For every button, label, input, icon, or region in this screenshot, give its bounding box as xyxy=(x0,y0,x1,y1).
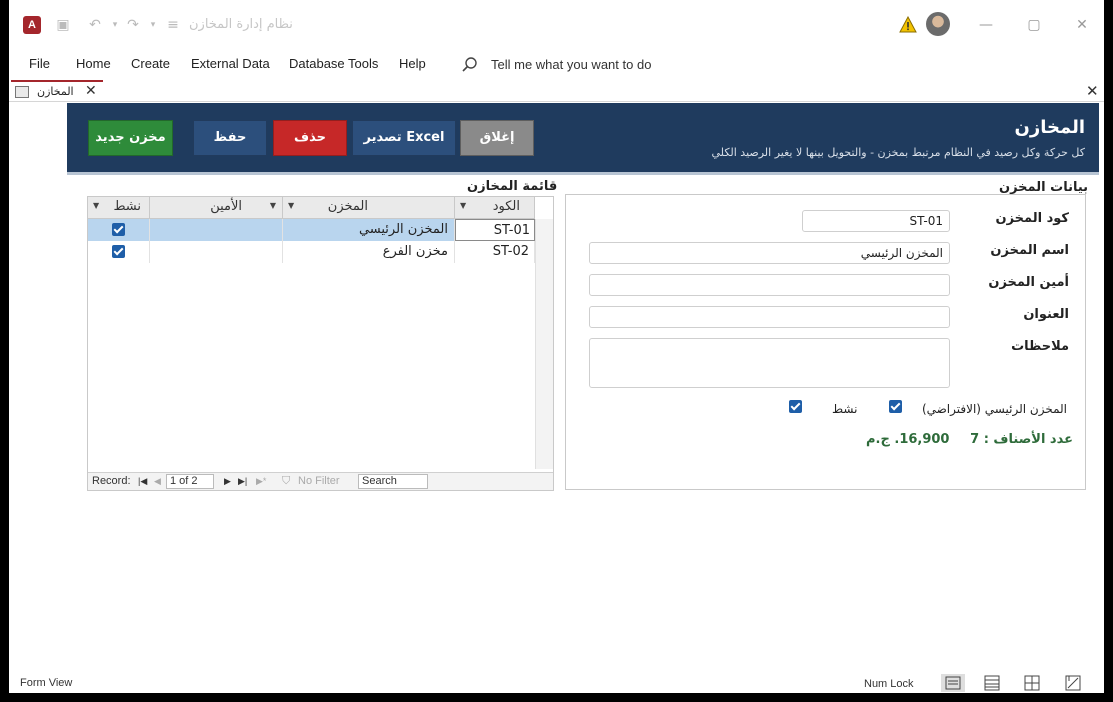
store-detail-panel: كود المخزن ST-01 اسم المخزن المخزن الرئي… xyxy=(565,194,1086,490)
active-label: نشط xyxy=(832,402,858,416)
redo-icon[interactable]: ↷ xyxy=(123,16,143,34)
sort-arrow-icon[interactable]: ▼ xyxy=(288,201,294,210)
delete-button[interactable]: حذف xyxy=(273,120,347,156)
save-button[interactable]: حفظ xyxy=(193,120,267,156)
view-mode-label: Form View xyxy=(20,677,73,689)
column-header-code[interactable]: الكود ▼ xyxy=(455,197,535,219)
first-record-icon[interactable]: |◀ xyxy=(138,476,147,487)
warning-icon[interactable] xyxy=(899,16,917,34)
is-main-label: المخزن الرئيسي (الافتراضي) xyxy=(921,402,1067,416)
items-count: عدد الأصناف : 7 xyxy=(970,432,1073,447)
store-cell[interactable]: مخزن الفرع xyxy=(283,241,455,263)
tab-close-icon[interactable]: ✕ xyxy=(85,83,97,99)
stores-datasheet: نشط ▼ الأمين ▼ المخزن ▼ الكود ▼ المخزن الرئي… xyxy=(87,196,554,491)
maximize-icon[interactable]: ▢ xyxy=(1019,14,1049,36)
code-cell[interactable]: ST-01 xyxy=(455,219,535,241)
undo-dropdown-icon[interactable]: ▾ xyxy=(105,16,125,34)
vertical-scrollbar[interactable] xyxy=(535,219,553,469)
notes-label: ملاحظات xyxy=(1011,339,1069,354)
search-input[interactable]: Search xyxy=(358,474,428,489)
customize-qat-icon[interactable]: ≡ xyxy=(163,16,183,34)
active-checkbox[interactable] xyxy=(789,400,802,413)
datasheet-view-icon[interactable] xyxy=(982,674,1002,692)
sort-arrow-icon[interactable]: ▼ xyxy=(460,201,466,210)
form-icon xyxy=(15,86,29,98)
keeper-label: أمين المخزن xyxy=(988,275,1069,290)
stock-value: 16,900. ج.م xyxy=(866,432,950,447)
record-navigation-bar: Record: |◀ ◀ 1 of 2 ▶ ▶| ▶* ⛉ No Filter … xyxy=(88,472,553,490)
address-label: العنوان xyxy=(1023,307,1069,322)
name-label: اسم المخزن xyxy=(990,243,1069,258)
save-icon[interactable]: ▣ xyxy=(53,16,73,34)
access-logo-icon: A xyxy=(23,16,41,34)
ribbon-tabs: File Home Create External Data Database … xyxy=(9,52,1104,78)
window-title: نظام إدارة المخازن xyxy=(189,17,293,32)
code-field[interactable]: ST-01 xyxy=(802,210,950,232)
sort-arrow-icon[interactable]: ▼ xyxy=(270,201,276,210)
record-position-input[interactable]: 1 of 2 xyxy=(166,474,214,489)
code-label: كود المخزن xyxy=(995,211,1069,226)
keeper-cell[interactable] xyxy=(150,219,283,241)
sort-arrow-icon[interactable]: ▼ xyxy=(93,201,99,210)
close-window-icon[interactable]: ✕ xyxy=(1067,14,1097,36)
tell-me-box[interactable]: Tell me what you want to do xyxy=(491,57,651,72)
keeper-field[interactable] xyxy=(589,274,950,296)
export-excel-button[interactable]: تصدير Excel xyxy=(352,120,456,156)
column-header-store[interactable]: المخزن ▼ xyxy=(283,197,455,219)
record-label: Record: xyxy=(92,475,131,487)
column-header-keeper[interactable]: الأمين ▼ xyxy=(150,197,283,219)
menu-help[interactable]: Help xyxy=(399,56,426,71)
address-field[interactable] xyxy=(589,306,950,328)
tab-label: المخازن xyxy=(37,85,74,98)
layout-view-icon[interactable] xyxy=(1022,674,1042,692)
filter-icon[interactable]: ⛉ xyxy=(282,475,290,488)
store-cell[interactable]: المخزن الرئيسي xyxy=(283,219,455,241)
page-title: المخازن xyxy=(1014,117,1085,138)
prev-record-icon[interactable]: ◀ xyxy=(154,476,161,487)
form-header: مخزن جديد حفظ حذف تصدير Excel إغلاق المخ… xyxy=(67,103,1099,172)
menu-create[interactable]: Create xyxy=(131,56,170,71)
name-field[interactable]: المخزن الرئيسي xyxy=(589,242,950,264)
code-cell[interactable]: ST-02 xyxy=(455,241,535,263)
form-view-icon[interactable] xyxy=(941,674,965,692)
active-checkbox[interactable] xyxy=(112,245,125,258)
tab-divider xyxy=(9,101,1104,102)
lightbulb-search-icon[interactable] xyxy=(461,56,479,74)
is-main-checkbox[interactable] xyxy=(889,400,902,413)
user-avatar[interactable] xyxy=(926,12,950,36)
active-cell[interactable] xyxy=(88,241,150,263)
menu-home[interactable]: Home xyxy=(76,56,111,71)
no-filter-label[interactable]: No Filter xyxy=(298,475,340,487)
design-view-icon[interactable] xyxy=(1063,674,1083,692)
active-checkbox[interactable] xyxy=(112,223,125,236)
last-record-icon[interactable]: ▶| xyxy=(238,476,247,487)
numlock-indicator: Num Lock xyxy=(864,678,914,690)
new-record-icon[interactable]: ▶* xyxy=(256,476,266,487)
table-row[interactable]: مخزن الفرع ST-02 xyxy=(88,241,535,263)
next-record-icon[interactable]: ▶ xyxy=(224,476,231,487)
access-window: A ▣ ↶ ▾ ↷ ▾ ≡ نظام إدارة المخازن — ▢ ✕ F… xyxy=(9,0,1104,693)
table-row[interactable]: المخزن الرئيسي ST-01 xyxy=(88,219,535,241)
header-divider xyxy=(67,172,1099,175)
new-store-button[interactable]: مخزن جديد xyxy=(88,120,173,156)
menu-file[interactable]: File xyxy=(29,56,50,71)
active-cell[interactable] xyxy=(88,219,150,241)
undo-icon[interactable]: ↶ xyxy=(85,16,105,34)
minimize-icon[interactable]: — xyxy=(971,14,1001,36)
close-button[interactable]: إغلاق xyxy=(460,120,534,156)
detail-title: بيانات المخزن xyxy=(999,180,1089,195)
redo-dropdown-icon[interactable]: ▾ xyxy=(143,16,163,34)
notes-field[interactable] xyxy=(589,338,950,388)
menu-external-data[interactable]: External Data xyxy=(191,56,270,71)
menu-database-tools[interactable]: Database Tools xyxy=(289,56,378,71)
column-header-active[interactable]: نشط ▼ xyxy=(88,197,150,219)
tab-stores[interactable]: المخازن ✕ xyxy=(11,80,103,102)
keeper-cell[interactable] xyxy=(150,241,283,263)
title-bar: A ▣ ↶ ▾ ↷ ▾ ≡ نظام إدارة المخازن — ▢ ✕ xyxy=(9,0,1104,50)
document-close-icon[interactable]: ✕ xyxy=(1086,82,1099,100)
page-subtitle: كل حركة وكل رصيد في النظام مرتبط بمخزن -… xyxy=(711,146,1085,159)
status-bar: Form View Num Lock xyxy=(9,673,1104,693)
list-title: قائمة المخازن xyxy=(467,179,558,194)
